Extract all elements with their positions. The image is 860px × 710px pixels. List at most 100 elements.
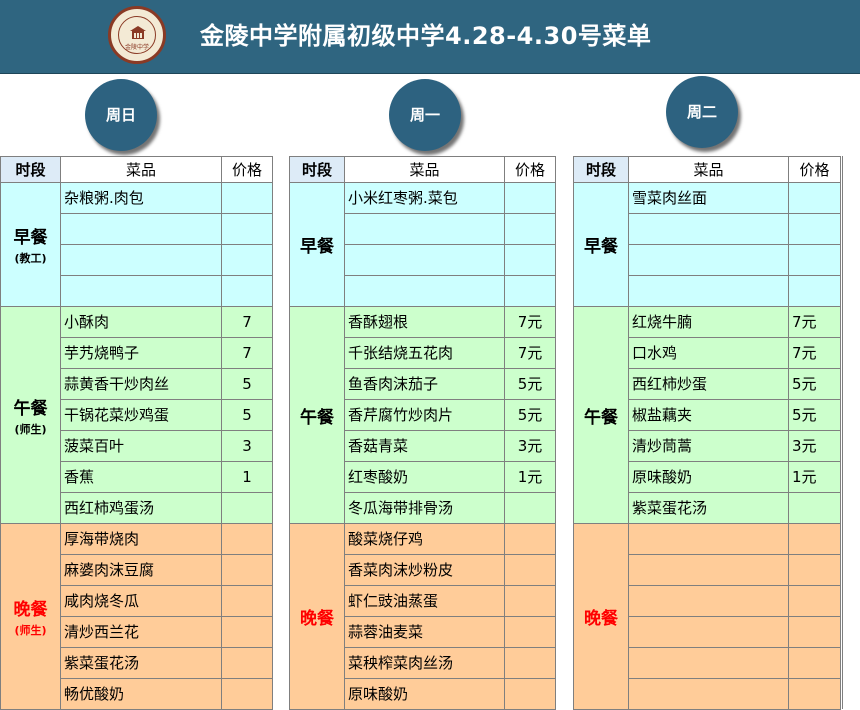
meal-audience: (教工): [14, 252, 47, 265]
price-cell: 5元: [505, 400, 556, 431]
price-cell: [789, 245, 841, 276]
dish-cell: 菠菜百叶: [61, 431, 222, 462]
price-cell: [789, 586, 841, 617]
price-cell: 1: [222, 462, 273, 493]
column-header-price: 价格: [505, 156, 556, 183]
header-bar: 金陵中学 金陵中学附属初级中学4.28-4.30号菜单: [0, 0, 860, 74]
dish-cell: [629, 586, 789, 617]
price-cell: 5元: [789, 369, 841, 400]
dish-cell: 小酥肉: [61, 307, 222, 338]
dish-cell: [629, 214, 789, 245]
column-header-period: 时段: [289, 156, 345, 183]
menu-table-day-1: 时段 菜品 价格 早餐 小米红枣粥.菜包 午餐 香酥翅根 7元 千张结烧五花肉 7元 鱼香肉沫茄子 5…: [289, 156, 556, 710]
dish-cell: [629, 617, 789, 648]
price-cell: [505, 245, 556, 276]
price-cell: [505, 586, 556, 617]
dish-cell: 咸肉烧冬瓜: [61, 586, 222, 617]
price-cell: [505, 183, 556, 214]
price-cell: 7: [222, 307, 273, 338]
table-edge: [840, 156, 843, 709]
page-title: 金陵中学附属初级中学4.28-4.30号菜单: [200, 22, 652, 50]
price-cell: [222, 493, 273, 524]
price-cell: [789, 276, 841, 307]
price-cell: [222, 555, 273, 586]
day-circle-tuesday: 周二: [666, 76, 738, 148]
dish-cell: 香酥翅根: [345, 307, 505, 338]
price-cell: [789, 679, 841, 710]
price-cell: [222, 214, 273, 245]
column-header-price: 价格: [789, 156, 841, 183]
meal-name: 午餐: [584, 407, 618, 428]
meal-label-lunch: 午餐: [289, 307, 345, 524]
price-cell: [222, 617, 273, 648]
price-cell: [222, 586, 273, 617]
meal-name: 早餐: [13, 228, 48, 248]
meal-label-dinner: 晚餐: [573, 524, 629, 710]
dish-cell: 紫菜蛋花汤: [61, 648, 222, 679]
price-cell: 3元: [505, 431, 556, 462]
price-cell: [505, 214, 556, 245]
meal-label-dinner: 晚餐 (师生): [0, 524, 61, 710]
dish-cell: 芋艿烧鸭子: [61, 338, 222, 369]
dish-cell: [629, 679, 789, 710]
price-cell: 7元: [505, 307, 556, 338]
price-cell: 7: [222, 338, 273, 369]
price-cell: 3: [222, 431, 273, 462]
price-cell: [505, 555, 556, 586]
dish-cell: 西红柿炒蛋: [629, 369, 789, 400]
meal-label-breakfast: 早餐 (教工): [0, 183, 61, 307]
dish-cell: [61, 214, 222, 245]
dish-cell: 原味酸奶: [345, 679, 505, 710]
price-cell: [222, 183, 273, 214]
meal-name: 早餐: [300, 237, 334, 257]
dish-cell: 香芹腐竹炒肉片: [345, 400, 505, 431]
meal-name: 早餐: [584, 237, 618, 257]
dish-cell: 香菇青菜: [345, 431, 505, 462]
dish-cell: [629, 648, 789, 679]
price-cell: [222, 276, 273, 307]
dish-cell: 雪菜肉丝面: [629, 183, 789, 214]
dish-cell: 红烧牛腩: [629, 307, 789, 338]
meal-name: 午餐: [300, 407, 334, 428]
dish-cell: 菜秧榨菜肉丝汤: [345, 648, 505, 679]
price-cell: 7元: [789, 338, 841, 369]
dish-cell: [629, 555, 789, 586]
price-cell: [505, 679, 556, 710]
dish-cell: 畅优酸奶: [61, 679, 222, 710]
price-cell: [789, 555, 841, 586]
dish-cell: 冬瓜海带排骨汤: [345, 493, 505, 524]
price-cell: [505, 617, 556, 648]
dish-cell: 虾仁豉油蒸蛋: [345, 586, 505, 617]
dish-cell: 鱼香肉沫茄子: [345, 369, 505, 400]
menu-table-day-2: 时段 菜品 价格 早餐 雪菜肉丝面 午餐 红烧牛腩 7元 口水鸡 7元 西红柿炒蛋 5元 椒盐藕夹 5元清…: [573, 156, 841, 710]
price-cell: [789, 524, 841, 555]
meal-label-lunch: 午餐: [573, 307, 629, 524]
price-cell: 5: [222, 400, 273, 431]
dish-cell: 蒜黄香干炒肉丝: [61, 369, 222, 400]
price-cell: [505, 493, 556, 524]
school-logo: 金陵中学: [108, 6, 166, 64]
price-cell: [789, 648, 841, 679]
price-cell: [505, 524, 556, 555]
dish-cell: 香菜肉沫炒粉皮: [345, 555, 505, 586]
price-cell: [222, 648, 273, 679]
price-cell: [222, 245, 273, 276]
column-header-dish: 菜品: [345, 156, 505, 183]
day-circle-sunday: 周日: [85, 79, 157, 151]
meal-label-breakfast: 早餐: [573, 183, 629, 307]
meal-label-breakfast: 早餐: [289, 183, 345, 307]
dish-cell: 原味酸奶: [629, 462, 789, 493]
price-cell: [505, 276, 556, 307]
dish-cell: 厚海带烧肉: [61, 524, 222, 555]
column-header-dish: 菜品: [629, 156, 789, 183]
dish-cell: [629, 276, 789, 307]
dish-cell: 香蕉: [61, 462, 222, 493]
dish-cell: [61, 276, 222, 307]
dish-cell: 西红柿鸡蛋汤: [61, 493, 222, 524]
meal-name: 晚餐: [13, 600, 48, 620]
column-header-dish: 菜品: [61, 156, 222, 183]
meal-label-lunch: 午餐 (师生): [0, 307, 61, 524]
logo-text: 金陵中学: [124, 44, 149, 51]
dish-cell: 椒盐藕夹: [629, 400, 789, 431]
price-cell: [789, 214, 841, 245]
